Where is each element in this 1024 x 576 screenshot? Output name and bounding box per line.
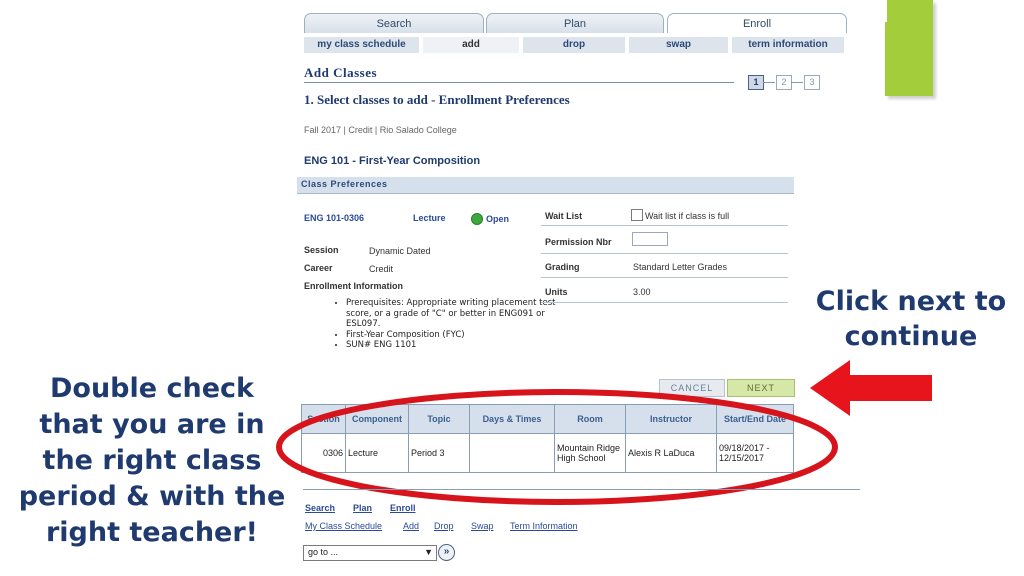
slide-accent-bar — [885, 0, 933, 96]
wait-list-label: Wait List — [545, 211, 583, 221]
preferences-panel: Wait List Wait list if class is full Per… — [541, 200, 789, 304]
highlight-ellipse — [276, 389, 838, 505]
footer-link-add[interactable]: Add — [403, 521, 419, 531]
footer-link-enroll[interactable]: Enroll — [390, 503, 416, 513]
subtab-swap[interactable]: swap — [629, 37, 730, 53]
footer-link-search[interactable]: Search — [305, 503, 335, 513]
permission-label: Permission Nbr — [545, 237, 612, 247]
tab-search[interactable]: Search — [304, 13, 484, 33]
slide-accent-notch — [875, 0, 887, 22]
footer-link-drop[interactable]: Drop — [434, 521, 454, 531]
footer-link-my-class-schedule[interactable]: My Class Schedule — [305, 521, 382, 531]
list-item: SUN# ENG 1101 — [346, 340, 561, 351]
double-check-note: Double check that you are in the right c… — [18, 373, 286, 548]
goto-select-value: go to ... — [308, 547, 339, 557]
goto-forward-icon[interactable]: » — [438, 544, 455, 561]
section-code: ENG 101-0306 — [304, 213, 365, 223]
session-value: Dynamic Dated — [369, 246, 431, 256]
page-heading: Add Classes — [304, 65, 378, 80]
goto-select[interactable]: go to ... ▼ — [303, 545, 437, 561]
grading-value: Standard Letter Grades — [633, 262, 728, 272]
wait-list-checkbox-label: Wait list if class is full — [645, 211, 730, 221]
class-preferences-header: Class Preferences — [297, 177, 794, 194]
open-status-icon — [471, 213, 483, 225]
units-label: Units — [545, 287, 568, 297]
step-indicator: 1 2 3 — [748, 75, 820, 90]
footer-link-swap[interactable]: Swap — [471, 521, 494, 531]
heading-rule — [304, 82, 734, 83]
list-item: Prerequisites: Appropriate writing place… — [346, 298, 561, 330]
footer-link-term-information[interactable]: Term Information — [510, 521, 578, 531]
component-label: Lecture — [413, 213, 446, 223]
step-2: 2 — [776, 75, 792, 90]
enrollment-info-list: Prerequisites: Appropriate writing place… — [308, 298, 561, 351]
footer-link-plan[interactable]: Plan — [353, 503, 372, 513]
session-label: Session — [304, 245, 339, 255]
step-connector — [791, 82, 803, 83]
chevron-down-icon: ▼ — [424, 547, 433, 557]
step-title: 1. Select classes to add - Enrollment Pr… — [304, 92, 570, 107]
grading-label: Grading — [545, 262, 580, 272]
tab-enroll[interactable]: Enroll — [667, 13, 847, 33]
subtab-term-information[interactable]: term information — [732, 37, 846, 53]
footer-rule — [303, 489, 860, 490]
wait-list-checkbox[interactable] — [631, 209, 643, 221]
list-item: First-Year Composition (FYC) — [346, 330, 561, 341]
subtab-add[interactable]: add — [423, 37, 521, 53]
subtab-my-class-schedule[interactable]: my class schedule — [304, 37, 421, 53]
permission-number-input[interactable] — [632, 232, 668, 246]
units-value: 3.00 — [633, 287, 651, 297]
enrollment-info-label: Enrollment Information — [304, 281, 403, 291]
career-value: Credit — [369, 264, 394, 274]
subtab-drop[interactable]: drop — [523, 37, 627, 53]
class-preferences-label: Class Preferences — [301, 179, 388, 189]
step-1: 1 — [748, 75, 764, 90]
divider — [541, 225, 788, 226]
click-next-note: Click next to continue — [815, 286, 1007, 352]
step-connector — [763, 82, 775, 83]
divider — [541, 253, 788, 254]
divider — [541, 277, 788, 278]
tab-plan[interactable]: Plan — [486, 13, 664, 33]
status-label: Open — [486, 214, 510, 224]
term-line: Fall 2017 | Credit | Rio Salado College — [304, 125, 457, 135]
career-label: Career — [304, 263, 333, 273]
course-title: ENG 101 - First-Year Composition — [304, 155, 481, 167]
divider — [541, 302, 788, 303]
step-3: 3 — [804, 75, 820, 90]
